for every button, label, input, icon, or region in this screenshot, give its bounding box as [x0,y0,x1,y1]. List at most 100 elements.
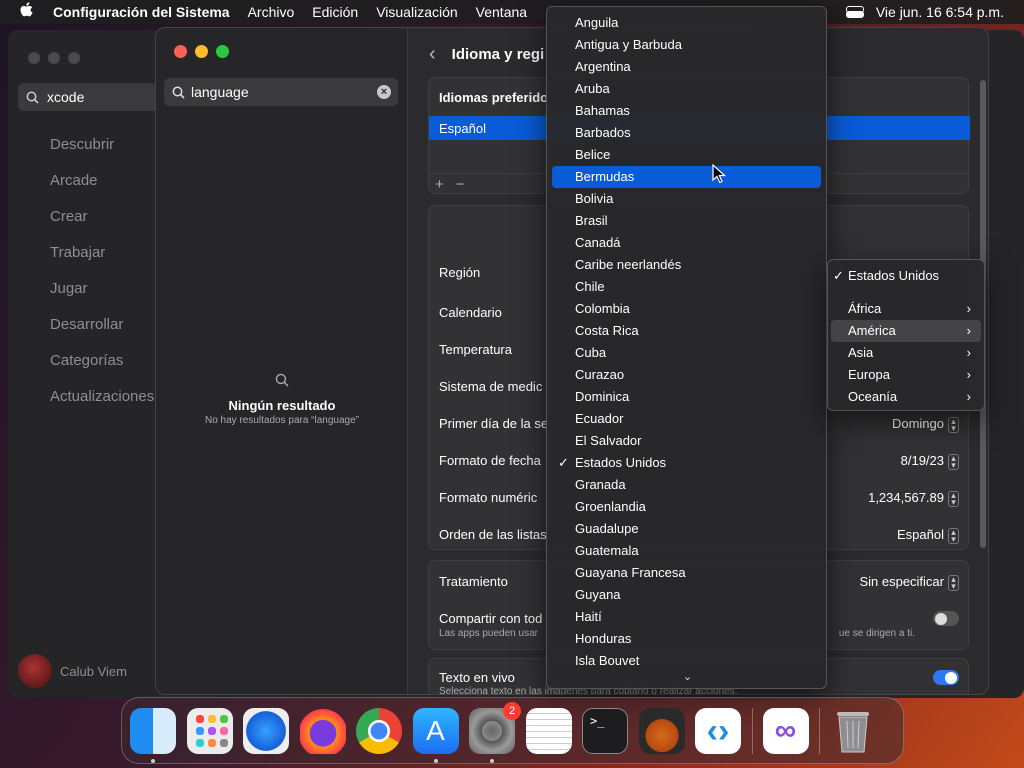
country-option[interactable]: Curazao [552,364,821,386]
textedit-icon[interactable] [525,707,572,754]
region-option[interactable]: Oceanía › [831,386,981,408]
apple-menu-icon[interactable] [0,2,52,22]
country-option-label: El Salvador [575,433,642,448]
country-option[interactable]: Ecuador [552,408,821,430]
treatment-select[interactable]: Sin especificar ▴ ▾ [859,574,959,591]
nav-jugar[interactable]: Jugar [50,280,154,316]
country-option[interactable]: Guatemala [552,540,821,562]
country-option[interactable]: Groenlandia [552,496,821,518]
control-center-icon[interactable] [845,6,864,18]
country-option[interactable]: Anguila [552,12,821,34]
number-format-value: 1,234,567.89 [868,490,944,505]
checkmark-icon: ✓ [833,268,844,283]
appstore-search-value: xcode [47,89,85,105]
country-option[interactable]: Haití [552,606,821,628]
region-current-item[interactable]: ✓ Estados Unidos [831,265,981,287]
country-option-label: Guyana [575,587,621,602]
country-option[interactable]: Colombia [552,298,821,320]
garageband-icon[interactable] [638,707,685,754]
add-language-button[interactable]: + [435,176,456,193]
country-option[interactable]: Argentina [552,56,821,78]
remove-language-button[interactable]: − [456,176,477,193]
region-option[interactable]: América › [831,320,981,342]
zoom-button[interactable] [216,45,229,58]
menubar-clock[interactable]: Vie jun. 16 6:54 p.m. [876,4,1004,20]
country-option[interactable]: ✓ Estados Unidos [552,452,821,474]
finder-icon[interactable] [130,707,176,763]
settings-search-input[interactable]: language × [164,78,398,106]
country-option[interactable]: Bahamas [552,100,821,122]
country-option[interactable]: Canadá [552,232,821,254]
region-option-label: Europa [848,367,890,382]
menu-ventana[interactable]: Ventana [467,4,536,20]
nav-trabajar[interactable]: Trabajar [50,244,154,280]
minimize-button[interactable] [195,45,208,58]
country-option[interactable]: El Salvador [552,430,821,452]
visual-studio-icon[interactable]: ∞ [762,707,809,754]
date-format-select[interactable]: 8/19/23 ▴ ▾ [901,453,959,470]
chevron-right-icon: › [966,323,971,338]
country-option[interactable]: Isla Bouvet [552,650,821,672]
first-day-select[interactable]: Domingo ▴ ▾ [892,416,959,433]
region-submenu: ✓ Estados Unidos África › América › Asia › Euro… [827,259,985,411]
number-format-select[interactable]: 1,234,567.89 ▴ ▾ [868,490,959,507]
nav-actualizaciones[interactable]: Actualizaciones [50,388,154,424]
country-option[interactable]: Brasil [552,210,821,232]
nav-categorias[interactable]: Categorías [50,352,154,388]
list-order-select[interactable]: Español ▴ ▾ [897,527,959,544]
country-option-label: Dominica [575,389,630,404]
country-option[interactable]: Cuba [552,342,821,364]
firefox-icon[interactable] [299,707,346,754]
back-chevron-icon[interactable]: ‹ [429,43,436,66]
country-option-label: Caribe neerlandés [575,257,682,272]
region-option[interactable]: Europa › [831,364,981,386]
terminal-icon[interactable]: >_ [582,707,628,754]
launchpad-icon[interactable] [186,707,233,754]
country-option[interactable]: Barbados [552,122,821,144]
country-option-label: Anguila [575,15,619,30]
menu-visualizacion[interactable]: Visualización [367,4,466,20]
nav-crear[interactable]: Crear [50,208,154,244]
country-option[interactable]: Caribe neerlandés [552,254,821,276]
country-option[interactable]: Aruba [552,78,821,100]
nav-desarrollar[interactable]: Desarrollar [50,316,154,352]
menu-edicion[interactable]: Edición [303,4,367,20]
list-order-label: Orden de las listas [439,527,547,542]
menu-app-name[interactable]: Configuración del Sistema [52,4,239,20]
country-option[interactable]: Chile [552,276,821,298]
country-option-label: Canadá [575,235,621,250]
region-option-label: Asia [848,345,874,360]
country-option[interactable]: Guadalupe [552,518,821,540]
country-option[interactable]: Antigua y Barbuda [552,34,821,56]
country-option[interactable]: Honduras [552,628,821,650]
appstore-search-input[interactable]: xcode [18,83,158,111]
scroll-down-chevron-icon[interactable]: ⌄ [547,670,826,683]
appstore-user[interactable]: Calub Viem [18,654,127,688]
vscode-icon[interactable]: ‹› [695,707,741,754]
country-option[interactable]: Granada [552,474,821,496]
nav-arcade[interactable]: Arcade [50,172,154,208]
country-option[interactable]: Dominica [552,386,821,408]
safari-icon[interactable] [243,707,289,754]
page-title-text: Idioma y regi [451,46,545,63]
region-option[interactable]: Asia › [831,342,981,364]
country-option-label: Guayana Francesa [575,565,686,580]
trash-icon[interactable] [830,708,876,754]
nav-descubrir[interactable]: Descubrir [50,136,154,172]
no-results: Ningún resultado No hay resultados para … [156,373,408,426]
live-text-toggle[interactable] [933,670,959,685]
app-store-icon[interactable]: A [412,707,459,763]
country-option[interactable]: Guyana [552,584,821,606]
country-option[interactable]: Costa Rica [552,320,821,342]
close-button[interactable] [174,45,187,58]
menu-archivo[interactable]: Archivo [239,4,304,20]
system-settings-icon[interactable]: 2 [469,701,521,763]
country-option[interactable]: Belice [552,144,821,166]
chrome-icon[interactable] [356,707,402,754]
clear-search-icon[interactable]: × [377,85,391,99]
country-option[interactable]: Bermudas [552,166,821,188]
share-toggle[interactable] [933,611,959,626]
region-option[interactable]: África › [831,298,981,320]
country-option[interactable]: Guayana Francesa [552,562,821,584]
country-option[interactable]: Bolivia [552,188,821,210]
